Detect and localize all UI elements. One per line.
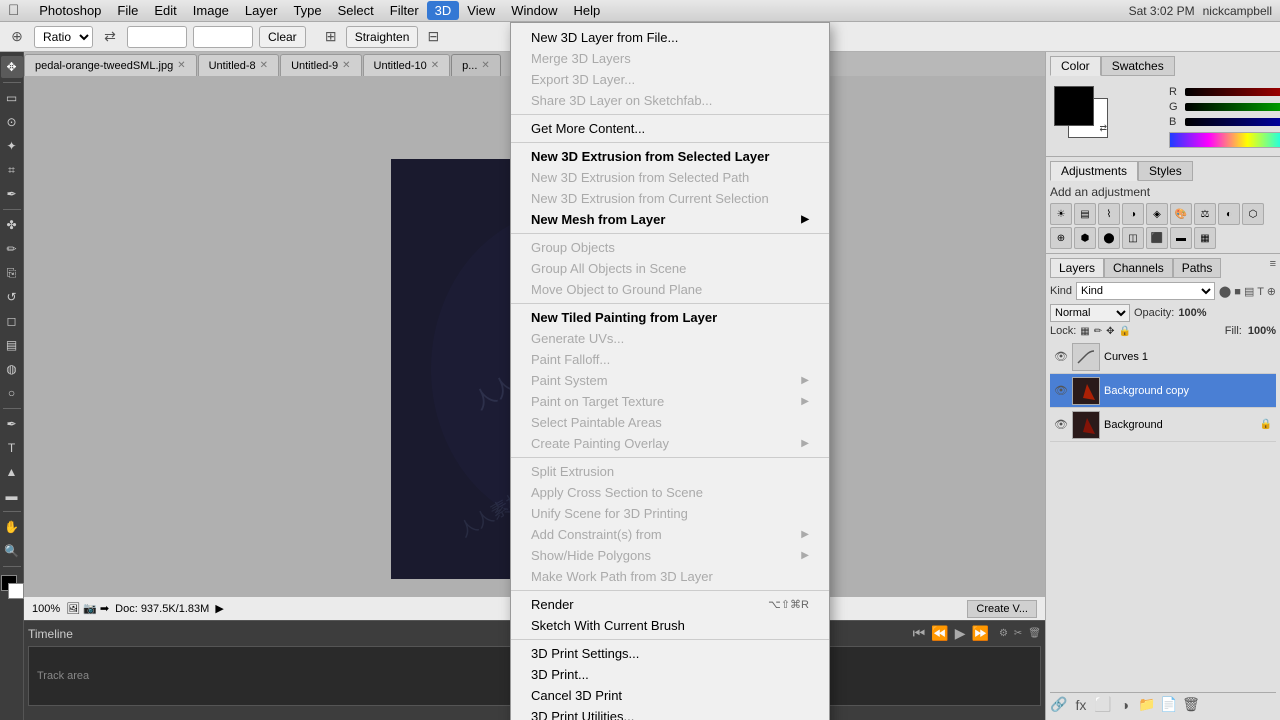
menu-item-new-mesh-from-layer[interactable]: New Mesh from Layer ▶ — [511, 209, 829, 230]
menu-item-label: Show/Hide Polygons — [531, 548, 651, 563]
menu-item-label: New 3D Extrusion from Current Selection — [531, 191, 769, 206]
menu-item-label: New 3D Extrusion from Selected Layer — [531, 149, 769, 164]
menu-item-paint-system: Paint System ▶ — [511, 370, 829, 391]
menu-item-make-work-path: Make Work Path from 3D Layer — [511, 566, 829, 587]
menu-layer[interactable]: Layer — [237, 1, 286, 20]
menubar-user: nickcampbell — [1203, 4, 1272, 18]
submenu-arrow-icon: ▶ — [801, 396, 809, 407]
submenu-arrow-icon: ▶ — [801, 438, 809, 449]
menu-item-sketch-brush[interactable]: Sketch With Current Brush — [511, 615, 829, 636]
menu-item-label: 3D Print Settings... — [531, 646, 639, 661]
menu-item-label: 3D Print... — [531, 667, 589, 682]
menu-window[interactable]: Window — [503, 1, 565, 20]
menu-item-group-all-objects: Group All Objects in Scene — [511, 258, 829, 279]
menu-separator — [511, 233, 829, 234]
menu-item-share-3d-layer: Share 3D Layer on Sketchfab... — [511, 90, 829, 111]
menu-item-label: Cancel 3D Print — [531, 688, 622, 703]
menu-item-label: Share 3D Layer on Sketchfab... — [531, 93, 712, 108]
menu-view[interactable]: View — [459, 1, 503, 20]
menu-separator — [511, 114, 829, 115]
menu-item-label: Move Object to Ground Plane — [531, 282, 702, 297]
menu-item-new-3d-extrusion-selected-layer[interactable]: New 3D Extrusion from Selected Layer — [511, 146, 829, 167]
menu-item-new-3d-extrusion-selected-path: New 3D Extrusion from Selected Path — [511, 167, 829, 188]
3d-menu-dropdown: New 3D Layer from File... Merge 3D Layers… — [510, 22, 830, 720]
menu-item-unify-scene: Unify Scene for 3D Printing — [511, 503, 829, 524]
menu-item-label: Create Painting Overlay — [531, 436, 669, 451]
menubar-datetime: Sat 3:02 PM — [1129, 4, 1195, 18]
submenu-arrow-icon: ▶ — [801, 550, 809, 561]
menu-separator — [511, 590, 829, 591]
menu-photoshop[interactable]: Photoshop — [31, 1, 109, 20]
menu-item-new-3d-layer[interactable]: New 3D Layer from File... — [511, 27, 829, 48]
menu-item-move-object-ground: Move Object to Ground Plane — [511, 279, 829, 300]
menu-item-cancel-3d-print[interactable]: Cancel 3D Print — [511, 685, 829, 706]
menu-filter[interactable]: Filter — [382, 1, 427, 20]
menu-file[interactable]: File — [109, 1, 146, 20]
menu-item-add-constraints: Add Constraint(s) from ▶ — [511, 524, 829, 545]
menu-item-label: New Tiled Painting from Layer — [531, 310, 717, 325]
menu-separator — [511, 639, 829, 640]
menu-type[interactable]: Type — [285, 1, 329, 20]
menu-item-label: Sketch With Current Brush — [531, 618, 685, 633]
menu-item-3d-print-settings[interactable]: 3D Print Settings... — [511, 643, 829, 664]
menu-item-label: Merge 3D Layers — [531, 51, 631, 66]
menu-help[interactable]: Help — [566, 1, 609, 20]
menu-item-label: Generate UVs... — [531, 331, 624, 346]
menu-item-generate-uvs: Generate UVs... — [511, 328, 829, 349]
menu-bar:  Photoshop File Edit Image Layer Type S… — [0, 0, 1280, 22]
menu-separator — [511, 142, 829, 143]
menu-separator — [511, 303, 829, 304]
menu-item-paint-falloff: Paint Falloff... — [511, 349, 829, 370]
menu-item-label: New 3D Extrusion from Selected Path — [531, 170, 749, 185]
menu-item-label: Group Objects — [531, 240, 615, 255]
menu-item-select-paintable: Select Paintable Areas — [511, 412, 829, 433]
menu-item-show-hide-polygons: Show/Hide Polygons ▶ — [511, 545, 829, 566]
menu-image[interactable]: Image — [185, 1, 237, 20]
menu-item-label: Apply Cross Section to Scene — [531, 485, 703, 500]
menu-item-label: Split Extrusion — [531, 464, 614, 479]
menu-item-render[interactable]: Render ⌥⇧⌘R — [511, 594, 829, 615]
menu-item-label: Render — [531, 597, 574, 612]
menu-item-new-tiled-painting[interactable]: New Tiled Painting from Layer — [511, 307, 829, 328]
menu-item-apply-cross-section: Apply Cross Section to Scene — [511, 482, 829, 503]
menu-item-label: Paint System — [531, 373, 608, 388]
menubar-right: Sat 3:02 PM nickcampbell — [1129, 4, 1272, 18]
menu-item-label: Select Paintable Areas — [531, 415, 662, 430]
menu-item-label: Export 3D Layer... — [531, 72, 635, 87]
menu-select[interactable]: Select — [330, 1, 382, 20]
menu-item-label: Get More Content... — [531, 121, 645, 136]
menu-item-label: Unify Scene for 3D Printing — [531, 506, 688, 521]
menu-item-export-3d-layer: Export 3D Layer... — [511, 69, 829, 90]
menu-item-get-more-content[interactable]: Get More Content... — [511, 118, 829, 139]
menu-item-label: Add Constraint(s) from — [531, 527, 662, 542]
submenu-arrow-icon: ▶ — [801, 529, 809, 540]
menu-item-label: New 3D Layer from File... — [531, 30, 678, 45]
menu-item-label: Make Work Path from 3D Layer — [531, 569, 713, 584]
menu-separator — [511, 457, 829, 458]
menu-item-group-objects: Group Objects — [511, 237, 829, 258]
menu-item-split-extrusion: Split Extrusion — [511, 461, 829, 482]
submenu-arrow-icon: ▶ — [801, 375, 809, 386]
menu-item-3d-print[interactable]: 3D Print... — [511, 664, 829, 685]
menu-shortcut: ⌥⇧⌘R — [768, 598, 809, 611]
menu-3d[interactable]: 3D — [427, 1, 460, 20]
apple-logo-icon:  — [8, 2, 19, 19]
menu-edit[interactable]: Edit — [146, 1, 184, 20]
menu-item-label: Paint Falloff... — [531, 352, 610, 367]
menu-item-3d-print-utilities[interactable]: 3D Print Utilities... — [511, 706, 829, 720]
submenu-arrow-icon: ▶ — [801, 214, 809, 225]
menu-item-label: Paint on Target Texture — [531, 394, 664, 409]
menu-item-label: Group All Objects in Scene — [531, 261, 686, 276]
menu-item-new-3d-extrusion-current-selection: New 3D Extrusion from Current Selection — [511, 188, 829, 209]
menu-item-merge-3d-layers: Merge 3D Layers — [511, 48, 829, 69]
menu-item-label: 3D Print Utilities... — [531, 709, 634, 720]
menu-item-paint-on-target: Paint on Target Texture ▶ — [511, 391, 829, 412]
menu-item-label: New Mesh from Layer — [531, 212, 665, 227]
menu-item-create-painting-overlay: Create Painting Overlay ▶ — [511, 433, 829, 454]
